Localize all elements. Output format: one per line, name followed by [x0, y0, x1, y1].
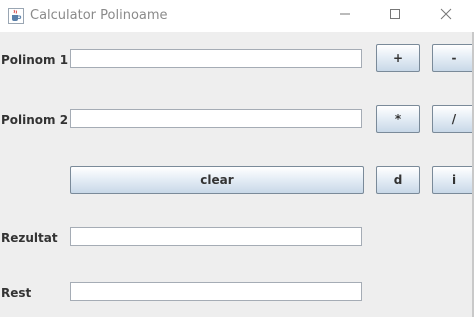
multiply-button[interactable]: *: [376, 105, 420, 133]
title-bar[interactable]: Calculator Polinoame: [0, 0, 474, 32]
rezultat-label: Rezultat: [1, 231, 58, 245]
clear-button[interactable]: clear: [70, 166, 364, 194]
minimize-icon: [339, 7, 351, 25]
maximize-button[interactable]: [372, 0, 418, 32]
integrate-button[interactable]: i: [432, 166, 474, 194]
add-button[interactable]: +: [376, 44, 420, 72]
derivative-button[interactable]: d: [376, 166, 420, 194]
polinom1-input[interactable]: [70, 49, 362, 68]
subtract-button[interactable]: -: [432, 44, 474, 72]
rezultat-output[interactable]: [70, 227, 362, 246]
polinom1-label: Polinom 1: [1, 53, 69, 67]
close-button[interactable]: [423, 0, 469, 32]
rest-label: Rest: [1, 286, 32, 300]
java-cup-icon: [8, 8, 24, 24]
polinom2-input[interactable]: [70, 109, 362, 128]
rest-output[interactable]: [70, 282, 362, 301]
window-title: Calculator Polinoame: [30, 8, 168, 23]
close-icon: [440, 7, 452, 25]
divide-button[interactable]: /: [432, 105, 474, 133]
maximize-icon: [389, 7, 401, 25]
calculator-panel: Polinom 1 + - Polinom 2 * / clear d i Re…: [0, 32, 474, 317]
polinom2-label: Polinom 2: [1, 113, 69, 127]
minimize-button[interactable]: [322, 0, 368, 32]
